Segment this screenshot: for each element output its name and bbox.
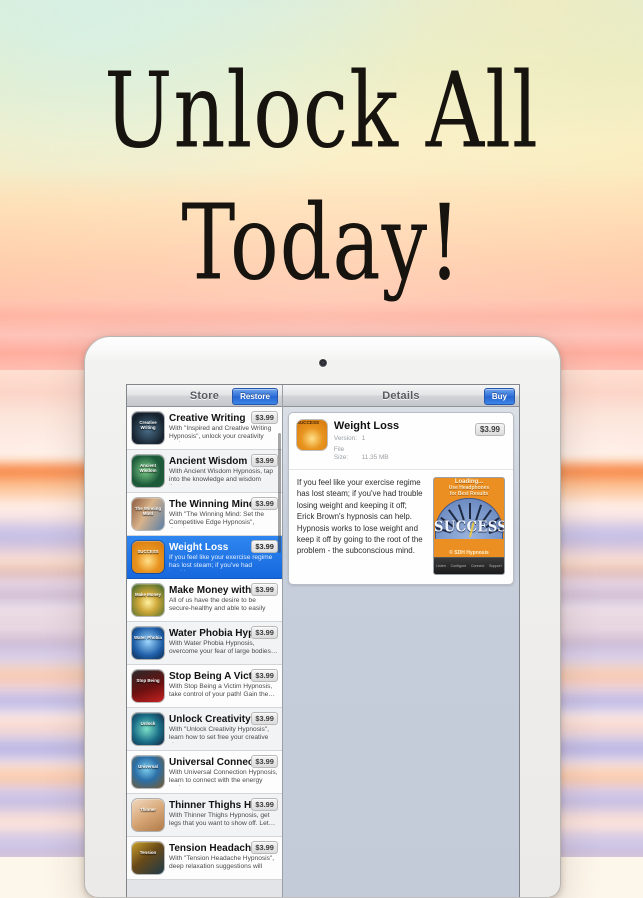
app-thumbnail-label: Unlock [140, 721, 156, 726]
gauge-tick-icon [469, 503, 471, 519]
version-label: Version: [333, 435, 357, 442]
filesize-value: 11.35 MB [361, 454, 389, 461]
gauge-tick-icon [457, 504, 465, 521]
buy-button[interactable]: Buy [483, 388, 515, 405]
store-list-item-price: $3.99 [251, 798, 278, 811]
store-list-item-description: If you feel like your exercise regime ha… [169, 554, 273, 571]
screenshot-toolbar-item: Support [489, 564, 502, 568]
store-list-item-price: $3.99 [251, 669, 278, 682]
details-title: Details [382, 389, 420, 402]
app-detail-body: If you feel like your exercise regime ha… [288, 469, 513, 584]
app-thumbnail: SUCCESS [132, 541, 164, 573]
app-thumbnail-label: The Winning Mind [134, 506, 162, 516]
app-detail-card: SUCCESS Weight Loss Version: 1 File Size… [287, 412, 514, 585]
restore-button[interactable]: Restore [232, 388, 278, 405]
app-thumbnail-label: Make Money [134, 592, 162, 597]
app-thumbnail-label: SUCCESS [137, 549, 159, 554]
app-thumbnail: Water Phobia [132, 627, 164, 659]
app-thumbnail: The Winning Mind [132, 498, 164, 530]
store-list-item-price: $3.99 [251, 454, 278, 467]
store-list-item[interactable]: Universal Universal Connection With Univer… [127, 751, 282, 794]
app-thumbnail: Unlock [132, 713, 164, 745]
front-camera-icon [318, 359, 327, 367]
app-screenshot[interactable]: Loading... Use Headphones for Best Resul… [433, 477, 505, 575]
store-list-item[interactable]: The Winning Mind The Winning Mind With "Th… [127, 493, 282, 536]
store-list-item-price: $3.99 [251, 626, 278, 639]
app-thumbnail: Universal [132, 756, 164, 788]
store-list-item-description: With Thinner Thighs Hypnosis, get legs t… [169, 812, 276, 828]
screenshot-header-text: Loading... Use Headphones for Best Resul… [434, 478, 504, 498]
store-navbar: Store Restore [127, 385, 282, 407]
screenshot-toolbar-item: Listen [436, 564, 446, 568]
app-thumbnail-label: Stop Being [136, 678, 160, 683]
version-value: 1 [361, 435, 366, 442]
screenshot-headline-1: Use Headphones [448, 485, 490, 492]
store-list-item-description: All of us have the desire to be secure-h… [169, 597, 266, 614]
store-panel: Store Restore Creative Writing Creative W… [127, 385, 283, 897]
store-list-item-description: With "Tension Headache Hypnosis", deep r… [169, 855, 275, 872]
store-list-item-price: $3.99 [251, 712, 278, 725]
store-list-item[interactable]: Make Money Make Money with the L All of us… [127, 579, 282, 622]
store-title: Store [189, 389, 220, 402]
store-list-item[interactable]: Unlock Unlock Creativity With "Unlock Crea… [127, 708, 282, 751]
store-list-item[interactable]: Stop Being Stop Being A Victim With Stop B… [127, 665, 282, 708]
app-icon: SUCCESS [296, 420, 327, 450]
screenshot-toolbar: Listen Configure Connect Support [434, 557, 504, 574]
store-list-item-description: With "Unlock Creativity Hypnosis", learn… [169, 726, 269, 743]
gauge-tick-icon [475, 504, 482, 521]
screenshot-headline-2: for Best Results [449, 491, 489, 498]
app-thumbnail-label: Thinner [139, 807, 157, 812]
store-list-item-price: $3.99 [251, 497, 278, 510]
store-list-item[interactable]: Water Phobia Water Phobia Hypnos. With Wat… [127, 622, 282, 665]
store-app-list[interactable]: Creative Writing Creative Writing With "In… [127, 407, 282, 897]
store-list-item-description: With Ancient Wisdom Hypnosis, tap into t… [169, 468, 274, 485]
app-thumbnail-label: Water Phobia [134, 635, 162, 640]
app-thumbnail-label: Ancient Wisdom [139, 463, 157, 473]
app-thumbnail: Tension [132, 842, 164, 874]
store-list-item[interactable]: Ancient Wisdom Ancient Wisdom With Ancient… [127, 450, 282, 493]
app-thumbnail-label: Universal [138, 764, 158, 769]
tablet-device-frame: Store Restore Creative Writing Creative W… [84, 336, 561, 898]
store-list-item[interactable]: Tension Tension Headache With "Tension Hea… [127, 837, 282, 880]
app-thumbnail: Ancient Wisdom [132, 455, 164, 487]
app-description: If you feel like your exercise regime ha… [296, 478, 423, 556]
store-list-item-price: $3.99 [251, 841, 278, 854]
app-version: Version: 1 [334, 435, 505, 443]
details-scroll-area[interactable]: SUCCESS Weight Loss Version: 1 File Size… [283, 407, 519, 897]
details-navbar: Details Buy [282, 385, 519, 407]
store-list-item-price: $3.99 [251, 540, 278, 553]
app-thumbnail: Stop Being [132, 670, 164, 702]
store-list-item-price: $3.99 [251, 583, 278, 596]
app-thumbnail-label: Tension [139, 850, 157, 855]
app-thumbnail: Make Money [132, 584, 164, 616]
app-thumbnail-label: Creative Writing [139, 420, 157, 430]
store-list-item-description: With Water Phobia Hypnosis, overcome you… [169, 640, 278, 656]
store-list-item-description: With "Inspired and Creative Writing Hypn… [169, 425, 272, 442]
store-list-item-description: With Universal Connection Hypnosis, lear… [169, 769, 278, 786]
app-thumbnail: Thinner [132, 799, 164, 831]
app-detail-header: SUCCESS Weight Loss Version: 1 File Size… [289, 413, 513, 469]
app-price-badge: $3.99 [474, 423, 505, 436]
tablet-screen: Store Restore Creative Writing Creative W… [127, 385, 519, 897]
app-thumbnail: Creative Writing [132, 412, 164, 444]
store-list-item[interactable]: Thinner Thinner Thighs Hypno With Thinner … [127, 794, 282, 837]
store-list-item-price: $3.99 [251, 411, 278, 424]
store-list-item-price: $3.99 [251, 755, 278, 768]
store-list-item[interactable]: Creative Writing Creative Writing With "In… [127, 407, 282, 450]
store-list-item[interactable]: SUCCESS Weight Loss If you feel like your … [127, 536, 282, 579]
filesize-label: File Size: [333, 446, 349, 461]
screenshot-toolbar-item: Connect [470, 564, 485, 568]
store-list-item-description: With "The Winning Mind: Set the Competit… [169, 511, 265, 528]
app-icon-label: SUCCESS [296, 420, 320, 425]
screenshot-toolbar-item: Configure [450, 564, 467, 568]
store-list-item-description: With Stop Being a Victim Hypnosis, take … [169, 683, 275, 699]
app-filesize: File Size: 11.35 MB [334, 446, 505, 462]
details-panel: Details Buy SUCCESS Weight Loss Version:… [282, 385, 519, 897]
screenshot-credit: © SDH Hypnosis [449, 550, 489, 556]
list-scrollbar[interactable] [277, 433, 281, 553]
